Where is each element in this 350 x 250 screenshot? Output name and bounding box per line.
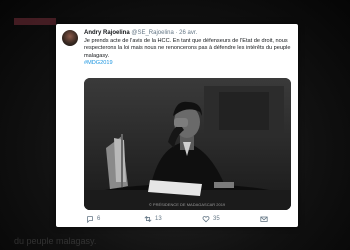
photo-scene: © PRÉSIDENCE DE MADAGASCAR 2019 [84,78,291,210]
author-handle[interactable]: @SE_Rajoelina [131,30,173,36]
retweet-icon [144,216,152,222]
reply-button[interactable]: 6 [86,215,100,223]
tweet-card: Andry Rajoelina @SE_Rajoelina · 26 avr. … [56,24,298,227]
like-count: 35 [213,216,220,222]
message-button[interactable] [260,215,268,223]
tweet-body: Je prends acte de l'avis de la HCC. En t… [84,38,291,59]
photo-credit: © PRÉSIDENCE DE MADAGASCAR 2019 [149,202,226,207]
hashtag-link[interactable]: #MDG2019 [84,60,113,66]
tweet-photo[interactable]: © PRÉSIDENCE DE MADAGASCAR 2019 [84,78,291,210]
reply-count: 6 [97,216,101,222]
separator-dot: · [175,30,178,36]
tweet-actions: 6 13 35 [84,215,284,225]
reply-icon [87,216,93,223]
retweet-button[interactable]: 13 [144,215,162,223]
tweet-header: Andry Rajoelina @SE_Rajoelina · 26 avr. [84,29,197,37]
tweet-date[interactable]: 26 avr. [179,30,197,36]
envelope-icon [260,216,268,222]
background-text-bottom: du peuple malagasy. [14,236,97,246]
author-name[interactable]: Andry Rajoelina [84,30,130,36]
tweet-text: Je prends acte de l'avis de la HCC. En t… [84,38,292,67]
heart-icon [202,216,210,223]
like-button[interactable]: 35 [202,215,220,223]
background-hashtag-block [14,18,56,25]
retweet-count: 13 [155,216,162,222]
avatar[interactable] [62,30,78,46]
